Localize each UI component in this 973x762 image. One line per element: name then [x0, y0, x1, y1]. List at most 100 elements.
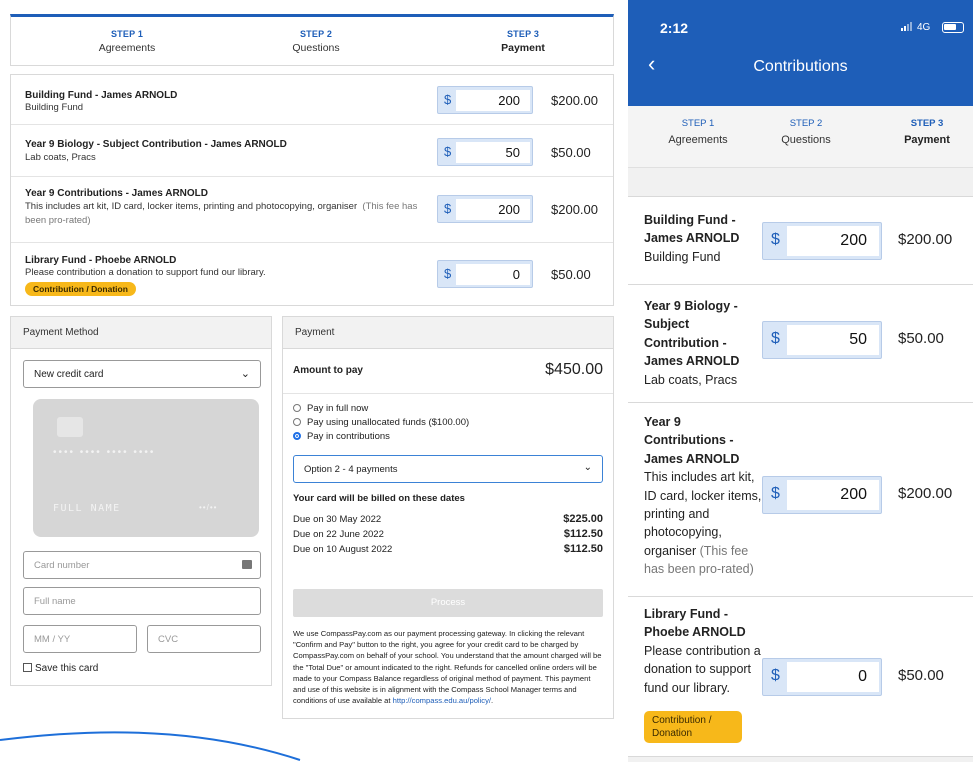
billing-heading: Your card will be billed on these dates — [293, 493, 465, 504]
fee-amount-input[interactable]: 50 — [456, 142, 530, 163]
selected-plan: Option 2 - 4 payments — [304, 464, 398, 475]
step-agreements[interactable]: STEP 1 Agreements — [47, 29, 207, 54]
fee-title: Building Fund - James ARNOLD — [644, 213, 740, 246]
mobile-header: 2:12 4G ‹ Contributions — [628, 0, 973, 98]
contribution-badge: Contribution / Donation — [25, 282, 136, 296]
desktop-view: STEP 1 Agreements STEP 2 Questions STEP … — [10, 14, 614, 719]
schedule-date: Due on 10 August 2022 — [293, 544, 393, 555]
fee-text: Building Fund - James ARNOLD Building Fun… — [644, 211, 762, 266]
fee-amount: $50.00 — [898, 667, 944, 684]
cvc-placeholder: CVC — [158, 634, 179, 645]
step-label: Payment — [501, 42, 545, 54]
schedule-amount: $112.50 — [563, 543, 603, 555]
selected-method: New credit card — [34, 369, 104, 380]
header-strip — [628, 98, 973, 106]
fee-amount-input[interactable]: 0 — [456, 264, 530, 285]
fee-amount: $50.00 — [898, 330, 944, 347]
currency-symbol: $ — [444, 144, 452, 159]
step-questions[interactable]: STEP 2 Questions — [236, 29, 396, 54]
step-number: STEP 3 — [506, 29, 540, 39]
card-number-input[interactable]: Card number — [23, 551, 261, 579]
step-number: STEP 1 — [681, 118, 715, 129]
divider — [283, 393, 613, 394]
radio-pay-full[interactable]: Pay in full now — [293, 403, 368, 414]
step-agreements[interactable]: STEP 1 Agreements — [648, 118, 748, 146]
cvc-input[interactable]: CVC — [147, 625, 261, 653]
step-progress: STEP 1 Agreements STEP 2 Questions STEP … — [10, 14, 614, 66]
fee-amount-input[interactable]: 200 — [456, 199, 530, 220]
amount-to-pay-value: $450.00 — [545, 361, 603, 378]
save-card-checkbox[interactable]: Save this card — [23, 663, 98, 674]
payment-plan-select[interactable]: Option 2 - 4 payments ⌄ — [293, 455, 603, 483]
schedule-row: Due on 22 June 2022 $112.50 — [293, 528, 603, 540]
full-name-placeholder: Full name — [34, 596, 76, 607]
fee-amount-field[interactable]: $ 0 — [762, 658, 882, 696]
fee-amount-field[interactable]: $ 200 — [437, 195, 533, 223]
fee-amount: $200.00 — [898, 231, 953, 248]
schedule-row: Due on 10 August 2022 $112.50 — [293, 543, 603, 555]
currency-symbol: $ — [771, 667, 780, 684]
schedule-row: Due on 30 May 2022 $225.00 — [293, 513, 603, 525]
signal-icon — [901, 22, 912, 31]
fee-amount-input[interactable]: 200 — [787, 480, 879, 510]
fee-amount-field[interactable]: $ 200 — [437, 86, 533, 114]
fee-title: Year 9 Biology - Subject Contribution - … — [644, 299, 740, 369]
full-name-input[interactable]: Full name — [23, 587, 261, 615]
fee-description: Please contribution a donation to suppor… — [25, 267, 266, 278]
step-label: Payment — [904, 134, 950, 146]
card-chip-icon — [57, 417, 83, 437]
fee-amount-field[interactable]: $ 200 — [762, 476, 882, 514]
step-label: Agreements — [668, 134, 728, 146]
fee-amount-field[interactable]: $ 50 — [762, 321, 882, 359]
mobile-fee-list: Building Fund - James ARNOLD Building Fun… — [628, 196, 973, 757]
chevron-down-icon: ⌄ — [583, 462, 592, 473]
expiry-input[interactable]: MM / YY — [23, 625, 137, 653]
fee-row: Year 9 Contributions - James ARNOLD This … — [628, 403, 973, 597]
card-number-placeholder: Card number — [34, 560, 90, 571]
fee-amount-field[interactable]: $ 0 — [437, 260, 533, 288]
network-type: 4G — [917, 22, 931, 33]
fee-amount-input[interactable]: 200 — [456, 90, 530, 111]
fee-text: Year 9 Contributions - James ARNOLD This … — [644, 413, 762, 579]
currency-symbol: $ — [771, 330, 780, 347]
step-payment[interactable]: STEP 3 Payment — [892, 118, 962, 146]
legal-end: . — [491, 696, 494, 706]
mobile-step-progress: STEP 1 Agreements STEP 2 Questions STEP … — [628, 106, 973, 168]
payment-method-select[interactable]: New credit card ⌄ — [23, 360, 261, 388]
step-label: Questions — [781, 134, 831, 146]
step-number: STEP 2 — [789, 118, 823, 129]
radio-selected-icon[interactable] — [293, 432, 301, 440]
fee-text: Library Fund - Phoebe ARNOLD Please contr… — [644, 605, 762, 697]
radio-pay-contributions[interactable]: Pay in contributions — [293, 431, 390, 442]
radio-icon[interactable] — [293, 418, 301, 426]
step-payment[interactable]: STEP 3 Payment — [443, 29, 603, 54]
process-button[interactable]: Process — [293, 589, 603, 617]
fee-amount-input[interactable]: 50 — [787, 325, 879, 355]
fee-amount-input[interactable]: 200 — [787, 226, 879, 256]
checkbox-icon[interactable] — [23, 663, 32, 672]
fee-description-text: This includes art kit, ID card, locker i… — [25, 201, 358, 212]
fee-row: Building Fund - James ARNOLD Building Fun… — [628, 197, 973, 285]
radio-label: Pay in full now — [307, 403, 369, 414]
fee-amount: $50.00 — [551, 267, 591, 282]
fee-title: Year 9 Contributions - James ARNOLD — [644, 415, 740, 466]
mobile-view: 2:12 4G ‹ Contributions STEP 1 Agreement… — [628, 0, 973, 762]
fee-amount: $50.00 — [551, 145, 591, 160]
policy-link[interactable]: http://compass.edu.au/policy/ — [393, 696, 491, 705]
schedule-amount: $112.50 — [563, 528, 603, 540]
fee-amount-input[interactable]: 0 — [787, 662, 879, 692]
fee-amount-field[interactable]: $ 50 — [437, 138, 533, 166]
fee-amount-field[interactable]: $ 200 — [762, 222, 882, 260]
step-label: Agreements — [98, 42, 156, 54]
credit-card-icon — [242, 560, 252, 569]
fee-title: Library Fund - Phoebe ARNOLD — [644, 607, 746, 640]
card-preview: •••• •••• •••• •••• FULL NAME ••/•• — [33, 399, 259, 537]
fee-amount: $200.00 — [898, 485, 953, 502]
card-number-mask: •••• •••• •••• •••• — [53, 447, 156, 458]
currency-symbol: $ — [444, 266, 452, 281]
fee-amount: $200.00 — [551, 93, 598, 108]
radio-icon[interactable] — [293, 404, 301, 412]
radio-pay-unallocated[interactable]: Pay using unallocated funds ($100.00) — [293, 417, 469, 428]
card-name-placeholder: FULL NAME — [53, 503, 121, 514]
step-questions[interactable]: STEP 2 Questions — [756, 118, 856, 146]
